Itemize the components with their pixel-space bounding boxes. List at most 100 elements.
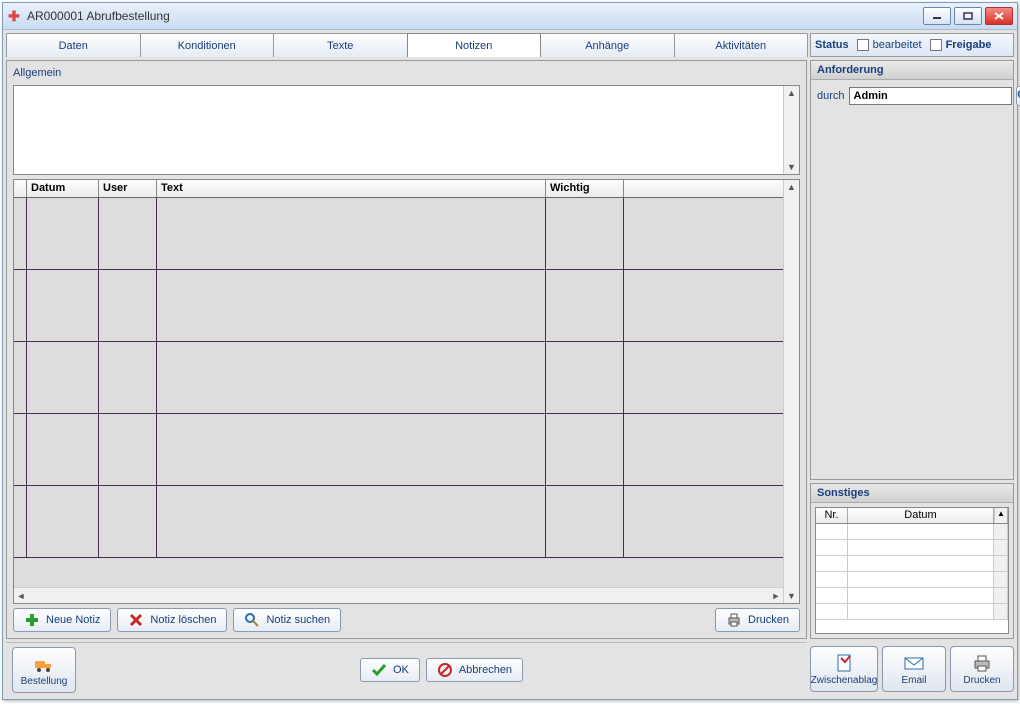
search-icon (244, 612, 260, 628)
new-note-button[interactable]: Neue Notiz (13, 608, 111, 632)
general-textarea-wrap: ▲ ▼ (13, 85, 800, 175)
maximize-button[interactable] (954, 7, 982, 25)
new-note-label: Neue Notiz (46, 614, 100, 626)
scroll-up-icon[interactable]: ▲ (784, 180, 799, 194)
tab-bar: Daten Konditionen Texte Notizen Anhänge … (6, 33, 807, 57)
tab-daten[interactable]: Daten (6, 33, 141, 57)
clipboard-icon (833, 652, 855, 674)
side-column: Status bearbeitet Freigabe Anforderung d… (810, 33, 1014, 696)
list-item[interactable] (816, 524, 1008, 540)
clipboard-label: Zwischenablag (811, 675, 878, 686)
print-button[interactable]: Drucken (950, 646, 1014, 692)
notes-table-header: Datum User Text Wichtig (14, 180, 783, 198)
edited-checkbox[interactable] (857, 39, 869, 51)
printer-icon (971, 652, 993, 674)
requested-by-row: durch (817, 86, 1007, 106)
table-row[interactable] (14, 198, 783, 270)
sonstiges-table: Nr. Datum ▲ (815, 507, 1009, 634)
notes-v-scrollbar[interactable]: ▲ ▼ (783, 180, 799, 603)
cancel-button[interactable]: Abbrechen (426, 658, 523, 682)
list-item[interactable] (816, 540, 1008, 556)
cancel-label: Abbrechen (459, 664, 512, 676)
tab-aktivitaeten[interactable]: Aktivitäten (674, 33, 809, 57)
notes-table-body[interactable] (14, 198, 783, 587)
scroll-down-icon[interactable]: ▼ (784, 589, 799, 603)
anforderung-header: Anforderung (811, 61, 1013, 80)
tab-content: Allgemein ▲ ▼ Datum User Text (6, 60, 807, 639)
scroll-right-icon[interactable]: ► (769, 588, 783, 603)
col-text[interactable]: Text (156, 180, 545, 197)
notes-h-scrollbar[interactable]: ◄ ► (14, 587, 783, 603)
email-button[interactable]: Email (882, 646, 946, 692)
lookup-button[interactable] (1016, 86, 1020, 106)
by-label: durch (817, 90, 845, 102)
tab-konditionen[interactable]: Konditionen (140, 33, 275, 57)
side-bottom-toolbar: Zwischenablag Email Drucken (810, 642, 1014, 696)
email-label: Email (901, 675, 926, 686)
table-row[interactable] (14, 342, 783, 414)
order-label: Bestellung (21, 676, 68, 687)
window-title: AR000001 Abrufbestellung (27, 9, 923, 23)
anforderung-section: Anforderung durch (810, 60, 1014, 480)
titlebar[interactable]: ✚ AR000001 Abrufbestellung (3, 3, 1017, 30)
delete-note-label: Notiz löschen (150, 614, 216, 626)
list-item[interactable] (816, 588, 1008, 604)
table-row[interactable] (14, 414, 783, 486)
col-extra[interactable] (623, 180, 783, 197)
delete-note-button[interactable]: Notiz löschen (117, 608, 227, 632)
printer-icon (726, 612, 742, 628)
status-bar: Status bearbeitet Freigabe (810, 33, 1014, 57)
sonstiges-header: Sonstiges (811, 484, 1013, 503)
print-notes-button[interactable]: Drucken (715, 608, 800, 632)
print-notes-label: Drucken (748, 614, 789, 626)
general-textarea[interactable] (14, 86, 783, 174)
truck-icon (33, 653, 55, 675)
list-item[interactable] (816, 604, 1008, 620)
col-nr[interactable]: Nr. (816, 508, 848, 523)
close-button[interactable] (985, 7, 1013, 25)
search-icon (1017, 89, 1020, 103)
list-item[interactable] (816, 556, 1008, 572)
col-datum[interactable]: Datum (26, 180, 98, 197)
col-datum-s[interactable]: Datum (848, 508, 994, 523)
cancel-icon (437, 662, 453, 678)
client-area: Daten Konditionen Texte Notizen Anhänge … (3, 30, 1017, 699)
print-label: Drucken (963, 675, 1000, 686)
minimize-button[interactable] (923, 7, 951, 25)
tab-anhaenge[interactable]: Anhänge (540, 33, 675, 57)
bottom-toolbar: Bestellung OK Abbrechen (6, 642, 807, 696)
table-row[interactable] (14, 270, 783, 342)
email-icon (903, 652, 925, 674)
list-item[interactable] (816, 572, 1008, 588)
table-row[interactable] (14, 486, 783, 558)
sonstiges-rows[interactable] (816, 524, 1008, 633)
tab-notizen[interactable]: Notizen (407, 33, 542, 57)
sonstiges-section: Sonstiges Nr. Datum ▲ (810, 483, 1014, 639)
check-icon (371, 662, 387, 678)
scroll-up-icon[interactable]: ▲ (784, 86, 799, 100)
ok-button[interactable]: OK (360, 658, 420, 682)
plus-icon (24, 612, 40, 628)
note-toolbar: Neue Notiz Notiz löschen Notiz suchen (13, 608, 800, 632)
general-scrollbar[interactable]: ▲ ▼ (783, 86, 799, 174)
col-user[interactable]: User (98, 180, 156, 197)
search-note-label: Notiz suchen (266, 614, 330, 626)
by-input[interactable] (849, 87, 1012, 105)
app-icon: ✚ (7, 9, 21, 23)
clipboard-button[interactable]: Zwischenablag (810, 646, 878, 692)
col-marker[interactable] (14, 180, 26, 197)
order-button[interactable]: Bestellung (12, 647, 76, 693)
delete-icon (128, 612, 144, 628)
col-wichtig[interactable]: Wichtig (545, 180, 623, 197)
status-label: Status (815, 39, 849, 51)
window-frame: ✚ AR000001 Abrufbestellung Daten Konditi… (2, 2, 1018, 700)
release-checkbox[interactable] (930, 39, 942, 51)
scroll-left-icon[interactable]: ◄ (14, 588, 28, 603)
tab-texte[interactable]: Texte (273, 33, 408, 57)
edited-label: bearbeitet (873, 39, 922, 51)
notes-table: Datum User Text Wichtig (13, 179, 800, 604)
main-column: Daten Konditionen Texte Notizen Anhänge … (6, 33, 807, 696)
scroll-up-icon[interactable]: ▲ (994, 508, 1008, 523)
scroll-down-icon[interactable]: ▼ (784, 160, 799, 174)
search-note-button[interactable]: Notiz suchen (233, 608, 341, 632)
